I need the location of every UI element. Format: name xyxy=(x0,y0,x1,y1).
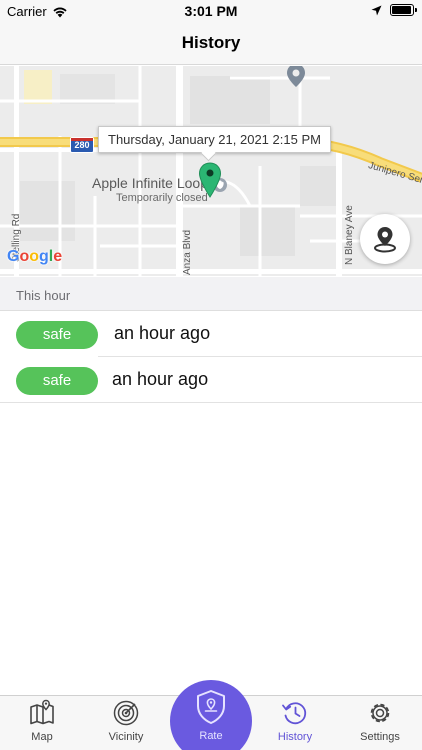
poi-subtitle: Temporarily closed xyxy=(116,192,208,204)
history-row[interactable]: safe an hour ago xyxy=(0,311,422,357)
status-bar: Carrier 3:01 PM xyxy=(0,0,422,22)
tab-label: Rate xyxy=(199,730,223,742)
section-title: This hour xyxy=(16,288,71,303)
tab-vicinity[interactable]: Vicinity xyxy=(84,696,168,750)
section-header: This hour xyxy=(0,277,422,311)
history-icon xyxy=(282,702,307,725)
history-time: an hour ago xyxy=(114,323,211,343)
map-icon xyxy=(30,699,54,725)
status-badge: safe xyxy=(16,367,98,395)
gear-icon xyxy=(370,703,390,723)
radar-icon xyxy=(113,700,139,726)
history-list: safe an hour ago safe an hour ago xyxy=(0,311,422,403)
map-timestamp-tooltip: Thursday, January 21, 2021 2:15 PM xyxy=(98,126,331,153)
google-logo: Google xyxy=(7,248,63,265)
recenter-location-button[interactable] xyxy=(360,214,410,264)
poi-name: Apple Infinite Loop xyxy=(92,175,208,191)
shield-icon xyxy=(197,690,225,724)
page-title: History xyxy=(181,33,241,52)
map-view[interactable]: 280 Junipero Serra Stelling Rd Anza Blvd… xyxy=(0,66,422,276)
tab-settings[interactable]: Settings xyxy=(338,696,422,750)
tab-history[interactable]: History xyxy=(253,696,337,750)
tab-label: History xyxy=(277,731,313,743)
location-marker-icon[interactable] xyxy=(198,162,222,203)
tab-label: Map xyxy=(31,731,53,743)
highway-shield-icon: 280 xyxy=(70,137,94,153)
history-row[interactable]: safe an hour ago xyxy=(0,357,422,403)
location-pin-icon xyxy=(374,227,396,253)
rate-button[interactable]: Rate xyxy=(170,680,252,750)
status-badge: safe xyxy=(16,321,98,349)
navigation-bar: History xyxy=(0,22,422,65)
poi-pin-icon xyxy=(286,66,306,93)
status-right xyxy=(371,4,417,16)
history-time: an hour ago xyxy=(112,369,209,389)
tab-label: Settings xyxy=(360,731,400,743)
tab-label: Vicinity xyxy=(108,731,144,743)
road-label-blaney: N Blaney Ave xyxy=(344,205,355,265)
location-arrow-icon xyxy=(371,5,382,15)
battery-icon xyxy=(390,4,417,16)
tab-map[interactable]: Map xyxy=(0,696,84,750)
battery-fill xyxy=(392,6,411,14)
status-time: 3:01 PM xyxy=(184,3,238,19)
row-divider xyxy=(0,402,422,403)
road-label-anza: Anza Blvd xyxy=(182,229,193,275)
